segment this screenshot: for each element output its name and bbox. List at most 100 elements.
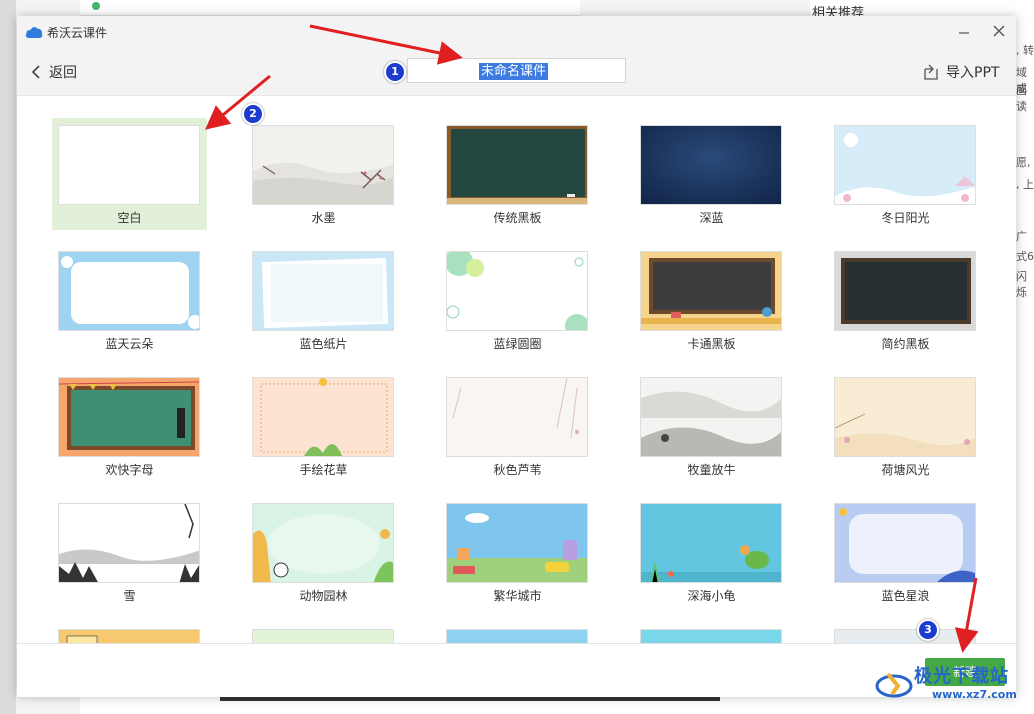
template-card-teal-circles[interactable]: 蓝绿圆圈 [440,244,595,356]
template-card-blue-star-wave[interactable]: 蓝色星浪 [828,496,983,608]
template-label: 简约黑板 [881,337,930,351]
template-label: 蓝天云朵 [105,337,154,351]
window-title: 希沃云课件 [47,26,108,40]
watermark-logo-icon [875,672,913,698]
background-top-strip [80,0,580,16]
template-card-partial[interactable] [634,622,789,643]
template-thumbnail [640,629,782,643]
back-button[interactable]: 返回 [31,62,77,82]
template-thumbnail [58,125,200,205]
template-label: 蓝色纸片 [299,337,348,351]
template-thumbnail [252,377,394,457]
template-card-partial[interactable] [828,622,983,643]
template-thumbnail [58,503,200,583]
template-thumbnail [834,125,976,205]
template-card-sea-turtle[interactable]: 深海小龟 [634,496,789,608]
template-label: 传统黑板 [493,211,542,225]
template-thumbnail [640,503,782,583]
template-label: 空白 [117,211,142,225]
template-thumbnail [446,629,588,643]
watermark-url: www.xz7.com [932,688,1017,701]
template-card-city[interactable]: 繁华城市 [440,496,595,608]
template-card-partial[interactable] [246,622,401,643]
step-badge-2: 2 [242,103,264,125]
template-thumbnail [58,377,200,457]
template-thumbnail [446,125,588,205]
template-card-winter-sun[interactable]: 冬日阳光 [828,118,983,230]
template-label: 蓝绿圆圈 [493,337,542,351]
background-text-fragment: 广 [1016,230,1027,243]
template-card-blue-sky[interactable]: 蓝天云朵 [52,244,207,356]
template-card-blue-paper[interactable]: 蓝色纸片 [246,244,401,356]
watermark-text: 极光下载站 [914,666,1009,687]
template-thumbnail [58,251,200,331]
template-card-partial[interactable] [440,622,595,643]
background-left-panel [0,0,16,714]
courseware-name-selected-text: 未命名课件 [479,63,549,80]
minimize-icon [959,32,969,34]
template-thumbnail [252,629,394,643]
template-label: 卡通黑板 [687,337,736,351]
nav-bar: 返回 未命名课件 导入PPT [17,48,1016,96]
step-badge-1: 1 [384,61,406,83]
template-card-cowherd[interactable]: 牧童放牛 [634,370,789,482]
template-label: 繁华城市 [493,589,542,603]
template-label: 深蓝 [699,211,724,225]
template-card-chalkboard[interactable]: 传统黑板 [440,118,595,230]
dialog-footer: 新建 [17,643,1016,697]
template-label: 水墨 [311,211,336,225]
minimize-button[interactable] [952,20,976,44]
courseware-dialog: 希沃云课件 返回 未命名课件 导入PPT 空白 水墨 传统黑板 深蓝 冬日阳光 … [17,16,1016,697]
template-thumbnail [252,125,394,205]
template-thumbnail [252,251,394,331]
background-text-fragment: 式6 [1016,250,1034,263]
template-card-lotus-pond[interactable]: 荷塘风光 [828,370,983,482]
template-card-simple-board[interactable]: 简约黑板 [828,244,983,356]
template-thumbnail [834,629,976,643]
template-card-partial[interactable] [52,622,207,643]
background-text-fragment: , 上 [1016,178,1034,191]
background-text-fragment: 画读 [1016,84,1027,113]
import-label: 导入PPT [946,65,1000,81]
template-card-autumn-reeds[interactable]: 秋色芦苇 [440,370,595,482]
template-thumbnail [640,377,782,457]
template-card-deep-blue[interactable]: 深蓝 [634,118,789,230]
cloud-logo-icon [25,27,43,38]
template-card-cartoon-board[interactable]: 卡通黑板 [634,244,789,356]
template-thumbnail [446,503,588,583]
template-card-blank[interactable]: 空白 [52,118,207,230]
template-label: 冬日阳光 [881,211,930,225]
close-button[interactable] [987,20,1011,44]
template-label: 动物园林 [299,589,348,603]
background-text-fragment: 愿, [1016,156,1031,169]
template-card-happy-letters[interactable]: 欢快字母 [52,370,207,482]
background-text-fragment: 闪烁 [1016,270,1027,299]
template-label: 手绘花草 [299,463,348,477]
template-thumbnail [834,251,976,331]
import-icon [924,64,938,80]
import-ppt-button[interactable]: 导入PPT [922,62,999,82]
close-icon [993,25,1005,37]
background-status-dot [92,2,100,10]
template-gallery: 空白 水墨 传统黑板 深蓝 冬日阳光 蓝天云朵 蓝色纸片 蓝绿圆圈 卡通黑板 简… [17,97,1016,643]
template-card-zoo[interactable]: 动物园林 [246,496,401,608]
template-thumbnail [252,503,394,583]
watermark: 极光下载站 www.xz7.com [874,660,1034,710]
chevron-left-icon [31,65,40,79]
template-thumbnail [640,251,782,331]
template-thumbnail [58,629,200,643]
template-label: 秋色芦苇 [493,463,542,477]
template-label: 牧童放牛 [687,463,736,477]
template-thumbnail [834,377,976,457]
background-bottom-bar [220,697,720,701]
template-label: 欢快字母 [105,463,154,477]
back-label: 返回 [49,65,77,81]
template-thumbnail [640,125,782,205]
template-label: 蓝色星浪 [881,589,930,603]
template-card-ink[interactable]: 水墨 [246,118,401,230]
template-label: 深海小龟 [687,589,736,603]
step-badge-3: 3 [917,619,939,641]
template-card-snow[interactable]: 雪 [52,496,207,608]
template-thumbnail [446,251,588,331]
template-card-flowers[interactable]: 手绘花草 [246,370,401,482]
